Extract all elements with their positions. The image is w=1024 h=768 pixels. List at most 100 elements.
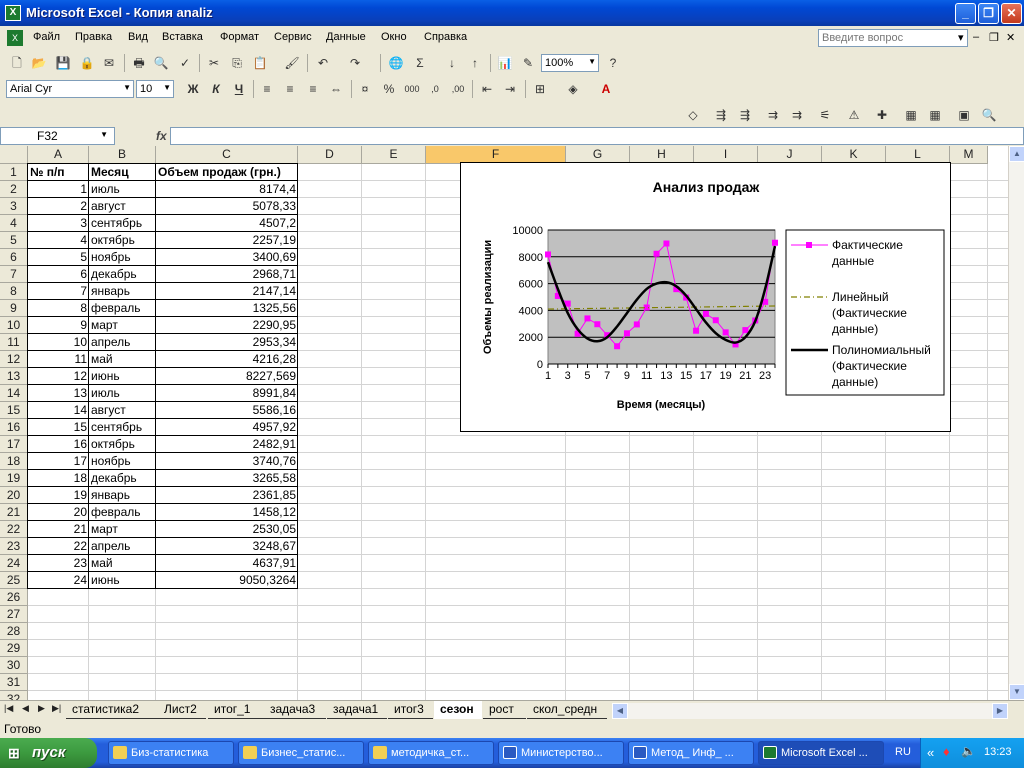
clear-circles-icon[interactable]: ▦ [926, 106, 944, 124]
sales-value-cell[interactable]: 1458,12 [156, 504, 298, 521]
trace-error-icon[interactable]: ⚟ [816, 106, 834, 124]
row-number-cell[interactable]: 7 [28, 283, 89, 300]
task-biz-statistika[interactable]: Биз-статистика [108, 741, 234, 765]
new-comment-icon[interactable]: ✚ [873, 106, 891, 124]
row-number-cell[interactable]: 21 [28, 521, 89, 538]
currency-icon[interactable]: ¤ [356, 80, 374, 98]
sales-value-cell[interactable]: 3740,76 [156, 453, 298, 470]
print-preview-icon[interactable]: 🔍 [152, 54, 170, 72]
help-search-input[interactable]: Введите вопрос [818, 29, 968, 47]
row-header-18[interactable]: 18 [0, 453, 28, 470]
sales-value-cell[interactable]: 3265,58 [156, 470, 298, 487]
format-painter-icon[interactable]: 🖌 [283, 54, 301, 72]
decrease-decimal-icon[interactable]: ,00 [449, 80, 467, 98]
menu-window[interactable]: Окно [381, 31, 407, 43]
scroll-down-icon[interactable]: ▼ [1009, 684, 1024, 700]
row-number-cell[interactable]: 13 [28, 385, 89, 402]
redo-icon[interactable]: ↷ [346, 54, 364, 72]
row-number-cell[interactable]: 24 [28, 572, 89, 589]
task-metod-inf[interactable]: Метод_ Инф_ ... [628, 741, 754, 765]
chart-wizard-icon[interactable]: 📊 [496, 54, 514, 72]
row-number-cell[interactable]: 14 [28, 402, 89, 419]
column-header-c[interactable]: C [156, 146, 298, 164]
month-cell[interactable]: сентябрь [89, 419, 156, 436]
autosum-icon[interactable]: Σ [411, 54, 429, 72]
sales-value-cell[interactable]: 2953,34 [156, 334, 298, 351]
sheet-tab-0[interactable]: статистика2 [66, 701, 158, 719]
sales-value-cell[interactable]: 2482,91 [156, 436, 298, 453]
next-sheet-icon[interactable]: ▶ [38, 703, 45, 714]
hyperlink-icon[interactable]: 🌐 [387, 54, 405, 72]
task-ministerstvo[interactable]: Министерство... [498, 741, 624, 765]
align-center-icon[interactable]: ≡ [281, 80, 299, 98]
font-color-icon[interactable]: A [597, 80, 615, 98]
percent-icon[interactable]: % [380, 80, 398, 98]
doc-restore-icon[interactable]: ❐ [989, 31, 999, 44]
row-header-22[interactable]: 22 [0, 521, 28, 538]
horizontal-scrollbar[interactable]: ◀ ▶ [612, 703, 1008, 719]
fx-icon[interactable]: fx [156, 129, 167, 143]
row-header-29[interactable]: 29 [0, 640, 28, 657]
month-cell[interactable]: июнь [89, 368, 156, 385]
row-number-cell[interactable]: 17 [28, 453, 89, 470]
font-size-select[interactable]: 10 ▼ [136, 80, 174, 98]
row-number-cell[interactable]: 2 [28, 198, 89, 215]
row-header-20[interactable]: 20 [0, 487, 28, 504]
sales-value-cell[interactable]: 2257,19 [156, 232, 298, 249]
prev-sheet-icon[interactable]: ◀ [22, 703, 29, 714]
row-header-30[interactable]: 30 [0, 657, 28, 674]
sales-value-cell[interactable]: 4216,28 [156, 351, 298, 368]
open-icon[interactable]: 📂 [30, 54, 48, 72]
row-number-cell[interactable]: 8 [28, 300, 89, 317]
row-header-7[interactable]: 7 [0, 266, 28, 283]
fill-color-icon[interactable]: ◈ [564, 80, 582, 98]
month-cell[interactable]: январь [89, 283, 156, 300]
month-cell[interactable]: июль [89, 385, 156, 402]
month-cell[interactable]: февраль [89, 504, 156, 521]
row-number-cell[interactable]: 11 [28, 351, 89, 368]
row-number-cell[interactable]: 20 [28, 504, 89, 521]
evaluate-formula-icon[interactable]: 🔍 [980, 106, 998, 124]
trace-dependents-icon[interactable]: ⇉ [764, 106, 782, 124]
copy-icon[interactable]: ⎘ [228, 54, 246, 72]
workbook-icon[interactable]: X [7, 30, 23, 46]
start-button[interactable]: ⊞ пуск [0, 738, 97, 768]
permission-icon[interactable]: 🔒 [78, 54, 96, 72]
row-header-21[interactable]: 21 [0, 504, 28, 521]
month-cell[interactable]: май [89, 555, 156, 572]
row-header-9[interactable]: 9 [0, 300, 28, 317]
row-number-cell[interactable]: 6 [28, 266, 89, 283]
watch-window-icon[interactable]: ▣ [955, 106, 973, 124]
help-assistant-icon[interactable]: ? [604, 54, 622, 72]
scroll-left-icon[interactable]: ◀ [612, 703, 628, 719]
underline-button[interactable]: Ч [230, 80, 248, 98]
sales-value-cell[interactable]: 2290,95 [156, 317, 298, 334]
vertical-scrollbar[interactable]: ▲ ▼ [1008, 146, 1024, 700]
tray-app-icon[interactable]: ♦ [943, 744, 950, 759]
close-button[interactable]: ✕ [1001, 3, 1022, 24]
sheet-tab-8[interactable]: скол_средн [527, 701, 607, 719]
task-excel[interactable]: Microsoft Excel ... [758, 741, 884, 765]
row-number-cell[interactable]: 3 [28, 215, 89, 232]
name-box[interactable]: F32 ▼ [0, 127, 115, 145]
column-header-a[interactable]: A [28, 146, 89, 164]
spelling-icon[interactable]: ✓ [176, 54, 194, 72]
sheet-tab-3[interactable]: задача3 [264, 701, 326, 719]
row-number-cell[interactable]: 9 [28, 317, 89, 334]
worksheet-grid[interactable]: ABCDEFGHIJKLM 1 2 3 4 5 6 7 8 9 10 11 12 13 14 15 16 17 1… [0, 146, 1024, 700]
scroll-up-icon[interactable]: ▲ [1009, 146, 1024, 162]
task-biznes-statis[interactable]: Бизнес_статис... [238, 741, 364, 765]
row-header-15[interactable]: 15 [0, 402, 28, 419]
align-right-icon[interactable]: ≡ [304, 80, 322, 98]
tray-volume-icon[interactable]: 🔈 [961, 744, 976, 758]
row-header-2[interactable]: 2 [0, 181, 28, 198]
sort-descending-icon[interactable]: ↑ [466, 54, 484, 72]
table-header-cell[interactable]: № п/п [28, 164, 89, 181]
row-header-25[interactable]: 25 [0, 572, 28, 589]
row-header-32[interactable]: 32 [0, 691, 28, 700]
sales-value-cell[interactable]: 8991,84 [156, 385, 298, 402]
sheet-tab-2[interactable]: итог_1 [208, 701, 264, 719]
new-icon[interactable]: 🗋 [8, 54, 26, 72]
row-header-17[interactable]: 17 [0, 436, 28, 453]
warning-icon[interactable]: ⚠ [845, 106, 863, 124]
